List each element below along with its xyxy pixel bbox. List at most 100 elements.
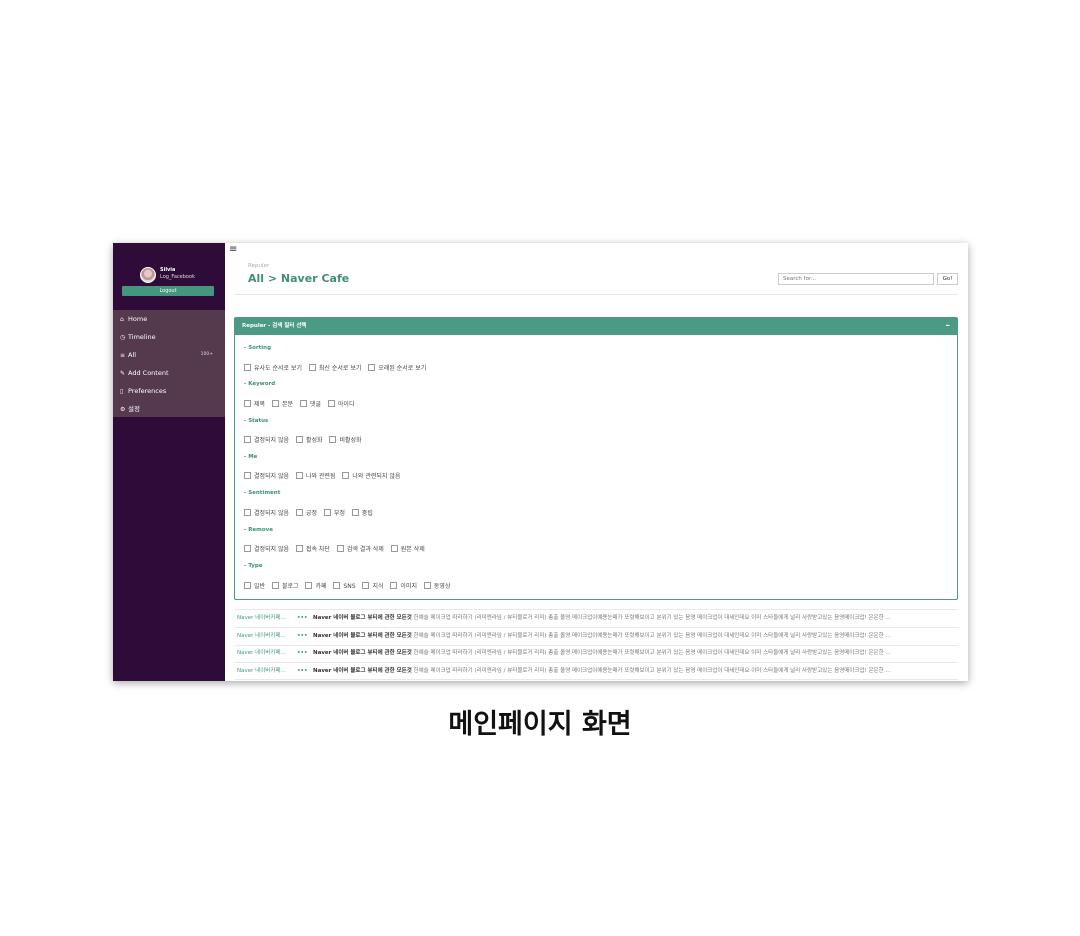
option-checkbox[interactable]: 카페: [305, 581, 327, 590]
result-source-link[interactable]: Naver 네이버카페...: [237, 663, 297, 679]
more-icon[interactable]: •••: [297, 645, 313, 661]
checkbox[interactable]: [305, 582, 313, 589]
option-checkbox[interactable]: 일반: [244, 581, 265, 590]
checkbox[interactable]: [329, 436, 337, 443]
option-checkbox[interactable]: 중립: [351, 508, 373, 517]
result-title[interactable]: Naver 네이버 블로그 뷰티에 관한 모든것: [313, 615, 412, 621]
checkbox[interactable]: [295, 545, 303, 552]
option-checkbox[interactable]: 본문: [271, 399, 293, 408]
filter-panel: Repuler - 검색 필터 선택 – - Sorting 유사도 순서로 보…: [234, 317, 958, 600]
option-checkbox[interactable]: 결정되지 않음: [244, 435, 289, 444]
sidebar-item-settings[interactable]: ⚙ 설정: [113, 400, 225, 418]
checkbox[interactable]: [244, 582, 251, 589]
option-checkbox[interactable]: 부정: [323, 508, 345, 517]
checkbox[interactable]: [323, 509, 331, 516]
option-checkbox[interactable]: 검색 결과 삭제: [336, 544, 384, 553]
search-go-button[interactable]: Go!: [937, 273, 958, 285]
option-checkbox[interactable]: 결정되지 않음: [244, 544, 289, 553]
sidebar-item-preferences[interactable]: ▯ Preferences: [113, 382, 225, 400]
sidebar-item-all[interactable]: ≡ All 100+: [113, 346, 225, 364]
option-label: 오래된 순서로 보기: [378, 365, 427, 372]
option-label: 이미지: [400, 583, 417, 590]
search-input[interactable]: [778, 273, 934, 285]
hamburger-menu-icon[interactable]: ≡: [229, 245, 237, 255]
checkbox[interactable]: [336, 545, 344, 552]
sidebar-item-add-content[interactable]: ✎ Add Content: [113, 364, 225, 382]
result-row[interactable]: Naver 네이버카페... ••• Naver 네이버 블로그 뷰티에 관한 모든…: [237, 663, 957, 679]
checkbox[interactable]: [351, 509, 359, 516]
result-row[interactable]: Naver 네이버카페... ••• Naver 네이버 블로그 뷰티에 관한 모든…: [237, 610, 957, 626]
option-checkbox[interactable]: 지식: [362, 581, 384, 590]
checkbox[interactable]: [327, 400, 335, 407]
filter-panel-title: Repuler - 검색 필터 선택: [242, 323, 307, 329]
result-source-link[interactable]: Naver 네이버카페...: [237, 645, 297, 661]
option-checkbox[interactable]: 결정되지 않음: [244, 471, 289, 480]
result-title[interactable]: Naver 네이버 블로그 뷰티에 관한 모든것: [313, 633, 412, 639]
sidebar-item-label: Timeline: [128, 333, 156, 341]
result-source-link[interactable]: Naver 네이버카페...: [237, 610, 297, 626]
more-icon[interactable]: •••: [297, 610, 313, 626]
result-source-link[interactable]: Naver 네이버카페...: [237, 628, 297, 644]
option-label: 접속 차단: [305, 546, 330, 553]
checkbox[interactable]: [342, 472, 350, 479]
checkbox[interactable]: [333, 582, 341, 589]
option-checkbox[interactable]: 나와 관련됨: [295, 471, 335, 480]
checkbox[interactable]: [362, 582, 370, 589]
checkbox[interactable]: [295, 509, 303, 516]
option-checkbox[interactable]: 최신 순서로 보기: [308, 363, 361, 372]
checkbox[interactable]: [244, 400, 251, 407]
option-label: 동영상: [433, 583, 451, 590]
checkbox[interactable]: [271, 400, 279, 407]
filter-panel-header: Repuler - 검색 필터 선택 –: [235, 318, 957, 335]
collapse-icon[interactable]: –: [946, 318, 951, 334]
option-checkbox[interactable]: 아이디: [327, 399, 354, 408]
checkbox[interactable]: [390, 582, 398, 589]
option-checkbox[interactable]: 비활성화: [329, 435, 362, 444]
option-checkbox[interactable]: 유사도 순서로 보기: [244, 363, 302, 372]
result-title[interactable]: Naver 네이버 블로그 뷰티에 관한 모든것: [313, 668, 412, 674]
checkbox[interactable]: [423, 582, 431, 589]
option-checkbox[interactable]: 활성화: [295, 435, 323, 444]
option-checkbox[interactable]: SNS: [333, 582, 356, 590]
checkbox[interactable]: [295, 436, 303, 443]
option-checkbox[interactable]: 블로그: [271, 581, 299, 590]
option-label: 결정되지 않음: [254, 437, 290, 444]
option-checkbox[interactable]: 오래된 순서로 보기: [368, 363, 426, 372]
logout-button[interactable]: Logout: [122, 286, 214, 296]
section-title-me: - Me: [244, 454, 258, 460]
checkbox[interactable]: [271, 582, 279, 589]
more-icon[interactable]: •••: [297, 663, 313, 679]
option-checkbox[interactable]: 댓글: [299, 399, 321, 408]
checkbox[interactable]: [244, 472, 251, 479]
section-title-sorting: - Sorting: [244, 345, 272, 351]
checkbox[interactable]: [244, 509, 251, 516]
result-row[interactable]: Naver 네이버카페... ••• Naver 네이버 블로그 뷰티에 관한 모든…: [237, 645, 957, 661]
checkbox[interactable]: [244, 364, 251, 371]
page-caption: 메인페이지 화면: [448, 709, 632, 740]
option-checkbox[interactable]: 결정되지 않음: [244, 508, 289, 517]
section-title-status: - Status: [244, 418, 269, 424]
checkbox[interactable]: [244, 436, 251, 443]
checkbox[interactable]: [244, 545, 251, 552]
option-label: 활성화: [305, 437, 323, 444]
option-checkbox[interactable]: 나와 관련되지 않음: [342, 471, 400, 480]
checkbox[interactable]: [368, 364, 376, 371]
option-checkbox[interactable]: 제목: [244, 399, 265, 408]
checkbox[interactable]: [295, 472, 303, 479]
sidebar-item-timeline[interactable]: ◷ Timeline: [113, 328, 225, 346]
checkbox[interactable]: [299, 400, 307, 407]
option-checkbox[interactable]: 동영상: [423, 581, 451, 590]
option-checkbox[interactable]: 이미지: [390, 581, 417, 590]
result-row[interactable]: Naver 네이버카페... ••• Naver 네이버 블로그 뷰티에 관한 모든…: [237, 628, 957, 644]
sidebar-item-label: Add Content: [128, 369, 169, 377]
more-icon[interactable]: •••: [297, 628, 313, 644]
option-checkbox[interactable]: 긍정: [295, 508, 317, 517]
section-title-type: - Type: [244, 563, 263, 569]
result-title[interactable]: Naver 네이버 블로그 뷰티에 관한 모든것: [313, 650, 412, 656]
sidebar-item-home[interactable]: ⌂ Home: [113, 310, 225, 328]
checkbox[interactable]: [308, 364, 316, 371]
avatar[interactable]: [140, 267, 156, 283]
checkbox[interactable]: [390, 545, 398, 552]
option-checkbox[interactable]: 접속 차단: [295, 544, 330, 553]
option-checkbox[interactable]: 원본 삭제: [390, 544, 425, 553]
